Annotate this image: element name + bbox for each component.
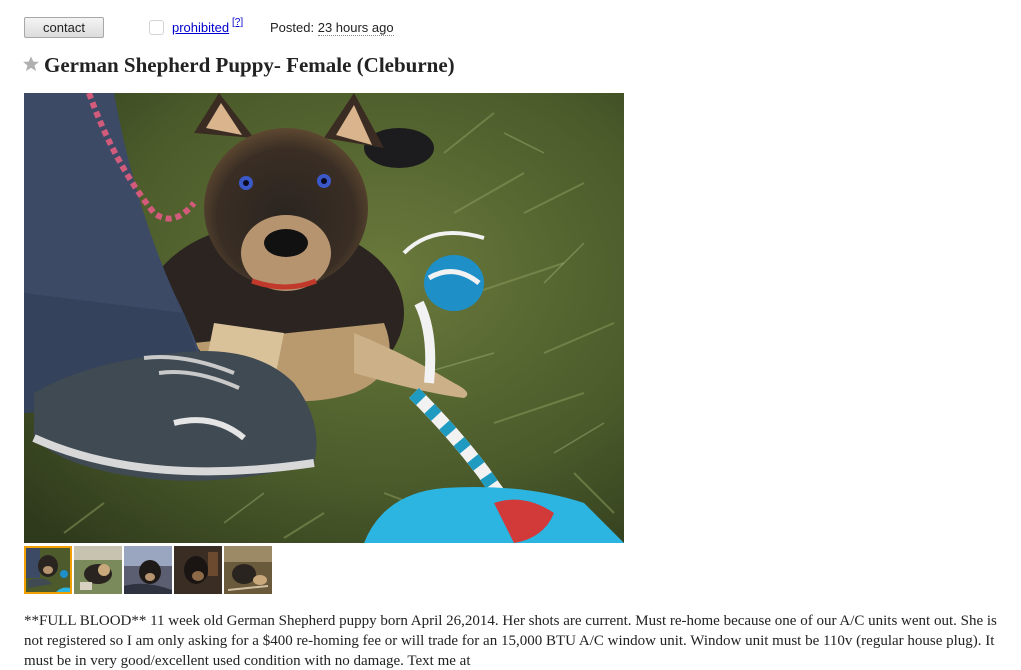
gallery-thumbnail-5[interactable] xyxy=(224,546,272,594)
main-photo xyxy=(24,93,624,543)
gallery-thumbnail-2[interactable] xyxy=(74,546,122,594)
flag-checkbox[interactable] xyxy=(149,20,164,35)
posted-time: 23 hours ago xyxy=(317,20,394,36)
posting-title: German Shepherd Puppy- Female (Cleburne) xyxy=(44,53,455,77)
flag-help-link[interactable]: [?] xyxy=(232,17,243,28)
flag-prohibited-link[interactable]: prohibited xyxy=(172,20,229,35)
gallery-thumbnail-4[interactable] xyxy=(174,546,222,594)
gallery-thumbnail-1[interactable] xyxy=(24,546,72,594)
posted-label: Posted: xyxy=(270,20,315,35)
contact-button[interactable]: contact xyxy=(24,17,104,38)
favorite-star-icon[interactable] xyxy=(22,55,40,73)
posted-info: Posted: 23 hours ago xyxy=(270,20,394,36)
posting-body: **FULL BLOOD** 11 week old German Shephe… xyxy=(24,613,997,669)
gallery-thumbnail-3[interactable] xyxy=(124,546,172,594)
